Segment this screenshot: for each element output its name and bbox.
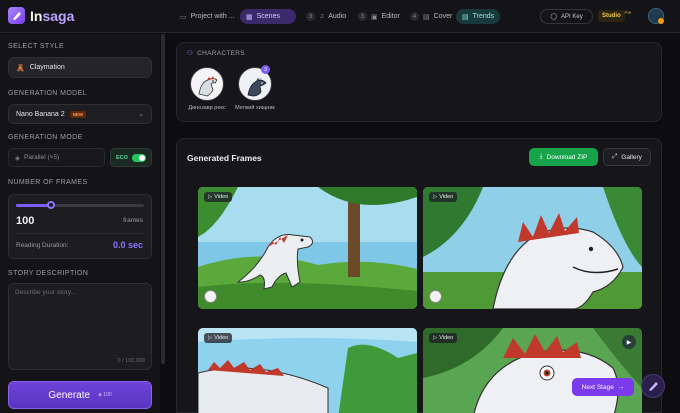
studio-badge[interactable]: Studio (598, 10, 625, 22)
eco-switch[interactable] (132, 153, 146, 162)
parallel-icon: ◈ (15, 154, 20, 162)
mode-label: GENERATION MODE (8, 134, 83, 141)
reading-duration-value: 0.0 sec (112, 240, 143, 250)
character-thumb (204, 290, 217, 303)
credits-indicator: ⚡∞ (624, 10, 632, 16)
play-icon[interactable]: ▶ (622, 335, 636, 349)
frame-card[interactable]: ▷ Video ▶ (423, 328, 642, 413)
feather-icon (649, 382, 658, 391)
avatar[interactable] (648, 8, 664, 24)
eco-toggle[interactable]: ECO (110, 148, 152, 167)
divider (16, 233, 144, 234)
model-label: GENERATION MODEL (8, 90, 88, 97)
frames-value[interactable]: 100 (16, 215, 34, 227)
characters-panel: ⚇ CHARACTERS Динозавр рекс 3 Мелкий хищн… (176, 42, 662, 122)
scrollbar-thumb[interactable] (161, 34, 165, 364)
gallery-button[interactable]: ⤢ Gallery (603, 148, 651, 166)
generate-button[interactable]: Generate ◈ 100 (8, 381, 152, 409)
credit-cost: ◈ 100 (98, 392, 112, 398)
next-stage-button[interactable]: Next Stage → (572, 378, 634, 396)
frame-card[interactable]: ▷ Video (198, 328, 417, 413)
frames-title: Generated Frames (187, 153, 262, 163)
arrow-right-icon: → (617, 383, 625, 391)
folder-icon: ▭ (180, 13, 187, 21)
mode-select[interactable]: ◈ Parallel (×5) (8, 148, 105, 167)
video-tag: ▷ Video (204, 192, 233, 202)
video-tag: ▷ Video (429, 192, 458, 202)
sidebar-scrollbar[interactable] (161, 34, 165, 413)
frames-label: NUMBER OF FRAMES (8, 179, 88, 186)
api-key-button[interactable]: ◯ API Key (540, 9, 593, 24)
chevron-down-icon: ⌄ (138, 111, 144, 118)
story-label: STORY DESCRIPTION (8, 270, 89, 277)
clay-icon: 🧸 (16, 64, 25, 72)
frame-card[interactable]: ▷ Video (198, 187, 417, 309)
tab-cover[interactable]: 4 ▤ Cover (404, 9, 458, 24)
count-badge: 3 (261, 65, 270, 74)
frames-slider[interactable] (16, 201, 144, 209)
tab-editor[interactable]: 3 ▣ Editor (352, 9, 406, 24)
download-zip-button[interactable]: ⤓ Download ZIP (529, 148, 598, 166)
character-card[interactable]: Динозавр рекс (185, 67, 229, 111)
frame-card[interactable]: ▷ Video (423, 187, 642, 309)
frames-panel: Generated Frames ⤓ Download ZIP ⤢ Galler… (176, 138, 662, 413)
brand-name: Insaga (30, 8, 75, 24)
frames-unit: frames (123, 217, 143, 224)
shield-icon: ◯ (550, 14, 558, 20)
tab-audio[interactable]: 3 ♫ Audio (300, 9, 352, 24)
top-bar: Insaga ▭ Project with ... ▦ Scenes 3 ♫ A… (0, 0, 680, 33)
style-select[interactable]: 🧸 Claymation (8, 57, 152, 78)
download-icon: ⤓ (539, 153, 543, 160)
characters-title: ⚇ CHARACTERS (187, 49, 245, 58)
video-tag: ▷ Video (204, 333, 233, 343)
logo-icon[interactable] (8, 7, 25, 24)
tab-trends[interactable]: ▤ Trends (456, 9, 501, 24)
model-select[interactable]: Nano Banana 2 NEW ⌄ (8, 104, 152, 124)
reading-duration-label: Reading Duration: (16, 242, 69, 249)
char-counter: 0 / 100,000 (117, 358, 145, 364)
video-tag: ▷ Video (429, 333, 458, 343)
assistant-fab[interactable] (641, 374, 665, 398)
character-avatar[interactable] (190, 67, 224, 101)
grid-icon: ▦ (246, 13, 253, 21)
character-thumb (429, 290, 442, 303)
frames-control: 100 frames Reading Duration: 0.0 sec (8, 194, 152, 259)
expand-icon: ⤢ (612, 153, 618, 160)
slider-handle[interactable] (46, 201, 55, 209)
users-icon: ⚇ (187, 50, 194, 57)
status-dot (658, 18, 664, 24)
slider-fill (16, 204, 51, 207)
new-badge: NEW (69, 110, 87, 118)
project-selector[interactable]: ▭ Project with ... (174, 9, 241, 24)
trend-icon: ▤ (462, 13, 469, 21)
style-label: SELECT STYLE (8, 43, 65, 50)
character-card[interactable]: 3 Мелкий хищник (233, 65, 277, 111)
story-box: 0 / 100,000 (8, 283, 152, 370)
story-input[interactable] (15, 289, 145, 349)
tab-scenes[interactable]: ▦ Scenes (240, 9, 296, 24)
image-icon: ▤ (423, 13, 430, 21)
headphones-icon: ♫ (319, 13, 325, 20)
film-icon: ▣ (371, 13, 378, 21)
